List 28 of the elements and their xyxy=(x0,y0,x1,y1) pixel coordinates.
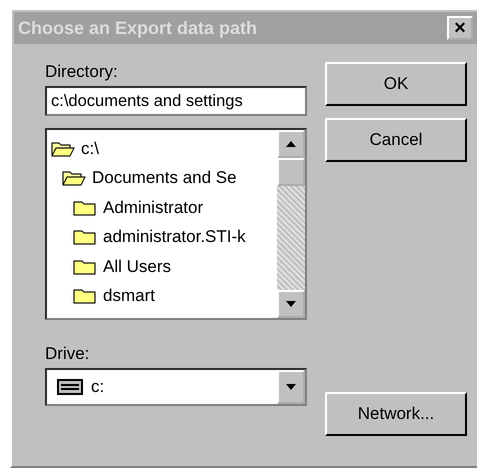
drive-icon xyxy=(57,379,83,395)
folder-name[interactable]: All Users xyxy=(103,256,172,277)
folder-icon xyxy=(73,258,97,276)
folder-name[interactable]: dsmart xyxy=(103,286,155,306)
drive-label: Drive: xyxy=(45,344,90,364)
folder-name[interactable]: c:\ xyxy=(81,138,99,159)
open-folder-icon xyxy=(51,140,75,158)
directory-field[interactable]: c:\documents and settings xyxy=(45,86,307,116)
folder-icon xyxy=(73,228,97,246)
cancel-button[interactable]: Cancel xyxy=(325,118,467,162)
folder-name[interactable]: administrator.STI-k xyxy=(103,227,246,248)
network-button[interactable]: Network... xyxy=(325,392,467,436)
scroll-thumb[interactable] xyxy=(277,158,305,186)
window-title: Choose an Export data path xyxy=(18,18,258,38)
down-arrow-icon[interactable] xyxy=(286,301,296,307)
folder-list[interactable]: c:\ Documents and Se Administrator administrator.STI-k All Users dsmart xyxy=(45,128,307,320)
folder-name[interactable]: Administrator xyxy=(103,198,204,218)
dropdown-arrow-icon[interactable] xyxy=(286,384,296,390)
close-button[interactable]: × xyxy=(447,16,473,40)
folder-icon xyxy=(73,198,97,217)
ok-button[interactable]: OK xyxy=(325,62,467,106)
up-arrow-icon[interactable] xyxy=(286,141,296,147)
directory-label: Directory: xyxy=(45,62,118,82)
open-folder-icon xyxy=(62,169,86,188)
scrollbar[interactable] xyxy=(277,130,305,318)
folder-icon xyxy=(73,287,97,306)
folder-name[interactable]: Documents and Se xyxy=(92,168,237,188)
drive-dropdown[interactable]: c: xyxy=(45,368,307,406)
